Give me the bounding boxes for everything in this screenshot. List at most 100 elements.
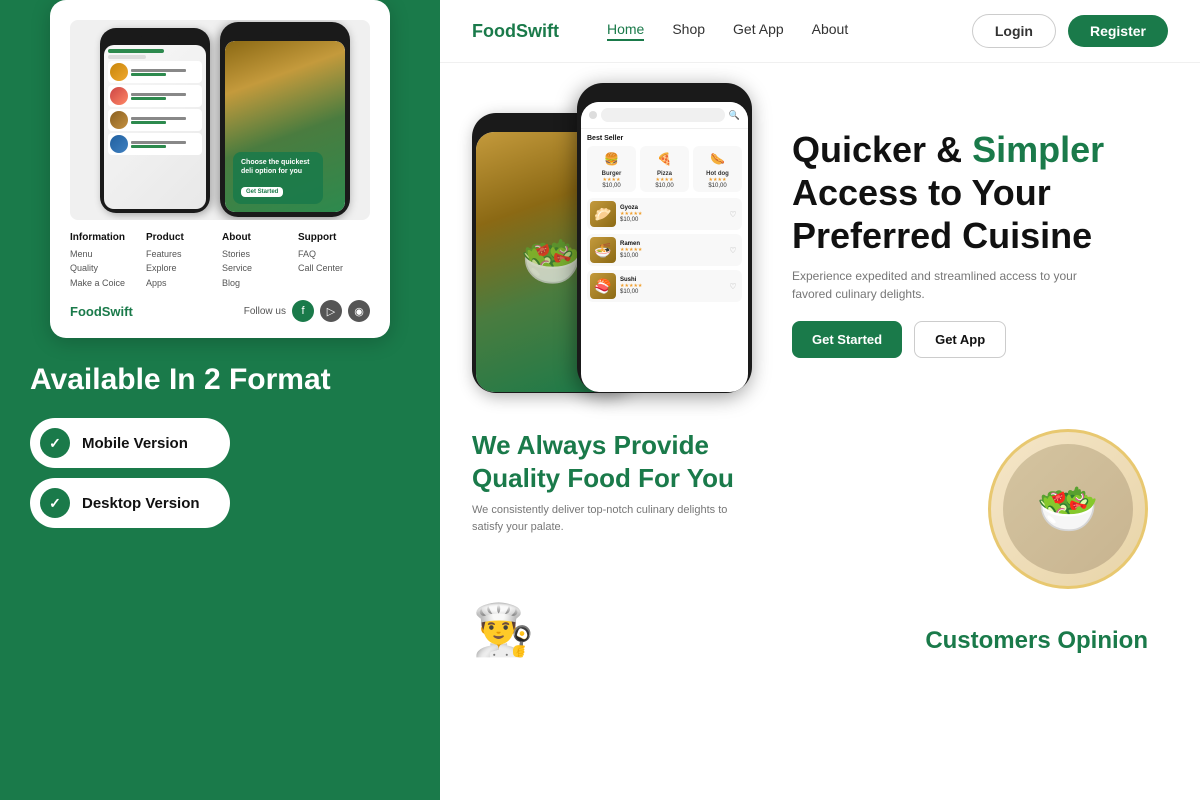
available-title: Available In 2 Format [30, 362, 331, 398]
footer-col-product-items: FeaturesExploreApps [146, 247, 218, 290]
footer-col-product: Product FeaturesExploreApps [146, 232, 218, 290]
hero-phone-gyoza-info: Gyoza ★★★★★ $10,00 [620, 205, 723, 223]
hero-phone-item-hotdog-icon: 🌭 [708, 149, 728, 169]
hero-phone-sushi-heart: ♡ [727, 280, 739, 292]
quality-text: We Always ProvideQuality Food For You We… [472, 429, 968, 535]
footer-brand-logo: FoodSwift [70, 304, 133, 319]
nav-link-shop[interactable]: Shop [672, 21, 705, 41]
footer-col-information: Information MenuQualityMake a Coice [70, 232, 142, 290]
hero-phone-mockups: 🥗 🔍 Best Seller [472, 83, 752, 403]
chef-area: 👨‍🍳 [472, 605, 820, 655]
screen-content-back [104, 45, 206, 209]
quality-image: 🥗 [988, 429, 1168, 589]
nav-link-about[interactable]: About [812, 21, 849, 41]
hero-text: Quicker & Simpler Access to Your Preferr… [772, 128, 1168, 359]
hero-phone-gyoza-heart: ♡ [727, 208, 739, 220]
hero-phone-items-row: 🍔 Burger ★★★★ $10,00 🍕 Pizza ★★★★ $10,00 [587, 146, 742, 192]
phone-notch-back [140, 36, 170, 41]
navbar: FoodSwift Home Shop Get App About Login … [440, 0, 1200, 63]
left-panel: Choose the quickest deli option for you … [0, 0, 440, 800]
youtube-icon[interactable]: ▷ [320, 300, 342, 322]
hero-phone-dot [589, 111, 597, 119]
footer-col-information-heading: Information [70, 232, 142, 243]
hero-phone-sushi-img: 🍣 [590, 273, 616, 299]
hero-title: Quicker & Simpler Access to Your Preferr… [792, 128, 1168, 258]
hero-phone-gyoza-price: $10,00 [620, 217, 723, 223]
follow-us-row: Follow us f ▷ ◉ [244, 300, 370, 322]
desktop-version-label: Desktop Version [82, 495, 200, 512]
hero-phone-sushi-price: $10,00 [620, 289, 723, 295]
food-icon-sushi [110, 135, 128, 153]
hero-phone-gyoza-img: 🥟 [590, 201, 616, 227]
phone-screen-front: Choose the quickest deli option for you … [225, 41, 345, 212]
customers-title: Customers Opinion [820, 627, 1168, 655]
desktop-version-option[interactable]: ✓ Desktop Version [30, 478, 230, 528]
footer-col-about-items: StoriesServiceBlog [222, 247, 294, 290]
food-icon-pizza [110, 87, 128, 105]
nav-link-home[interactable]: Home [607, 21, 644, 41]
footer-col-about: About StoriesServiceBlog [222, 232, 294, 290]
nav-brand: FoodSwift [472, 21, 559, 42]
hero-phone-header: 🔍 [581, 102, 748, 129]
hero-phone-item-hotdog: 🌭 Hot dog ★★★★ $10,00 [693, 146, 742, 192]
hero-phone-front-screen: 🔍 Best Seller 🍔 Burger ★★★★ $10,00 [581, 102, 748, 392]
hero-buttons: Get Started Get App [792, 321, 1168, 358]
nav-links: Home Shop Get App About [607, 21, 972, 41]
hero-phone-food-sushi: 🍣 Sushi ★★★★★ $10,00 ♡ [587, 270, 742, 302]
screen-food-ramen [108, 109, 202, 131]
hero-phone-ramen-img: 🍜 [590, 237, 616, 263]
hero-phone-item-burger-icon: 🍔 [602, 149, 622, 169]
phone-mockup-front: Choose the quickest deli option for you … [220, 22, 350, 217]
quality-subtitle: We consistently deliver top-notch culina… [472, 502, 732, 535]
footer-col-support: Support FAQCall Center [298, 232, 370, 290]
footer-col-information-items: MenuQualityMake a Coice [70, 247, 142, 290]
phone-mockup-area: Choose the quickest deli option for you … [70, 20, 370, 220]
footer-links: Information MenuQualityMake a Coice Prod… [70, 232, 370, 290]
nav-link-getapp[interactable]: Get App [733, 21, 784, 41]
facebook-icon[interactable]: f [292, 300, 314, 322]
hero-phone-item-hotdog-price: $10,00 [696, 183, 739, 189]
hero-phone-body: Best Seller 🍔 Burger ★★★★ $10,00 🍕 [581, 129, 748, 392]
customers-title-area: Customers Opinion [820, 627, 1168, 655]
instagram-icon[interactable]: ◉ [348, 300, 370, 322]
mobile-check-icon: ✓ [40, 428, 70, 458]
food-icon-burger [110, 63, 128, 81]
hero-phone-search [601, 108, 725, 122]
hero-subtitle: Experience expedited and streamlined acc… [792, 267, 1092, 303]
screen-bar-1 [108, 49, 164, 53]
mobile-version-label: Mobile Version [82, 435, 188, 452]
screen-food-sushi [108, 133, 202, 155]
hero-title-part1: Quicker & [792, 129, 972, 170]
footer-col-support-heading: Support [298, 232, 370, 243]
screen-food-burger [108, 61, 202, 83]
customers-section: 👨‍🍳 Customers Opinion [440, 605, 1200, 655]
hero-phone-ramen-info: Ramen ★★★★★ $10,00 [620, 241, 723, 259]
hero-phone-front: 🔍 Best Seller 🍔 Burger ★★★★ $10,00 [577, 83, 752, 393]
plate-circle: 🥗 [988, 429, 1148, 589]
hero-phone-item-pizza: 🍕 Pizza ★★★★ $10,00 [640, 146, 689, 192]
footer-col-product-heading: Product [146, 232, 218, 243]
hero-phone-item-pizza-price: $10,00 [643, 183, 686, 189]
footer-col-support-items: FAQCall Center [298, 247, 370, 276]
hero-phone-item-pizza-icon: 🍕 [655, 149, 675, 169]
quality-section: We Always ProvideQuality Food For You We… [440, 413, 1200, 605]
phone-notch-front [270, 32, 300, 37]
hero-phone-back-notch [532, 116, 572, 122]
desktop-check-icon: ✓ [40, 488, 70, 518]
quality-title: We Always ProvideQuality Food For You [472, 429, 968, 494]
get-started-button[interactable]: Get Started [792, 321, 902, 358]
food-icon-ramen [110, 111, 128, 129]
mobile-version-option[interactable]: ✓ Mobile Version [30, 418, 230, 468]
nav-actions: Login Register [972, 14, 1168, 48]
register-button[interactable]: Register [1068, 15, 1168, 47]
hero-phone-item-burger-price: $10,00 [590, 183, 633, 189]
hero-title-part2: Access to Your Preferred Cuisine [792, 172, 1092, 256]
login-button[interactable]: Login [972, 14, 1056, 48]
hero-title-green: Simpler [972, 129, 1104, 170]
hero-phone-sushi-info: Sushi ★★★★★ $10,00 [620, 277, 723, 295]
hero-phone-ramen-heart: ♡ [727, 244, 739, 256]
right-panel: FoodSwift Home Shop Get App About Login … [440, 0, 1200, 800]
hero-phone-item-burger: 🍔 Burger ★★★★ $10,00 [587, 146, 636, 192]
get-app-button[interactable]: Get App [914, 321, 1006, 358]
hero-phone-food-ramen: 🍜 Ramen ★★★★★ $10,00 ♡ [587, 234, 742, 266]
